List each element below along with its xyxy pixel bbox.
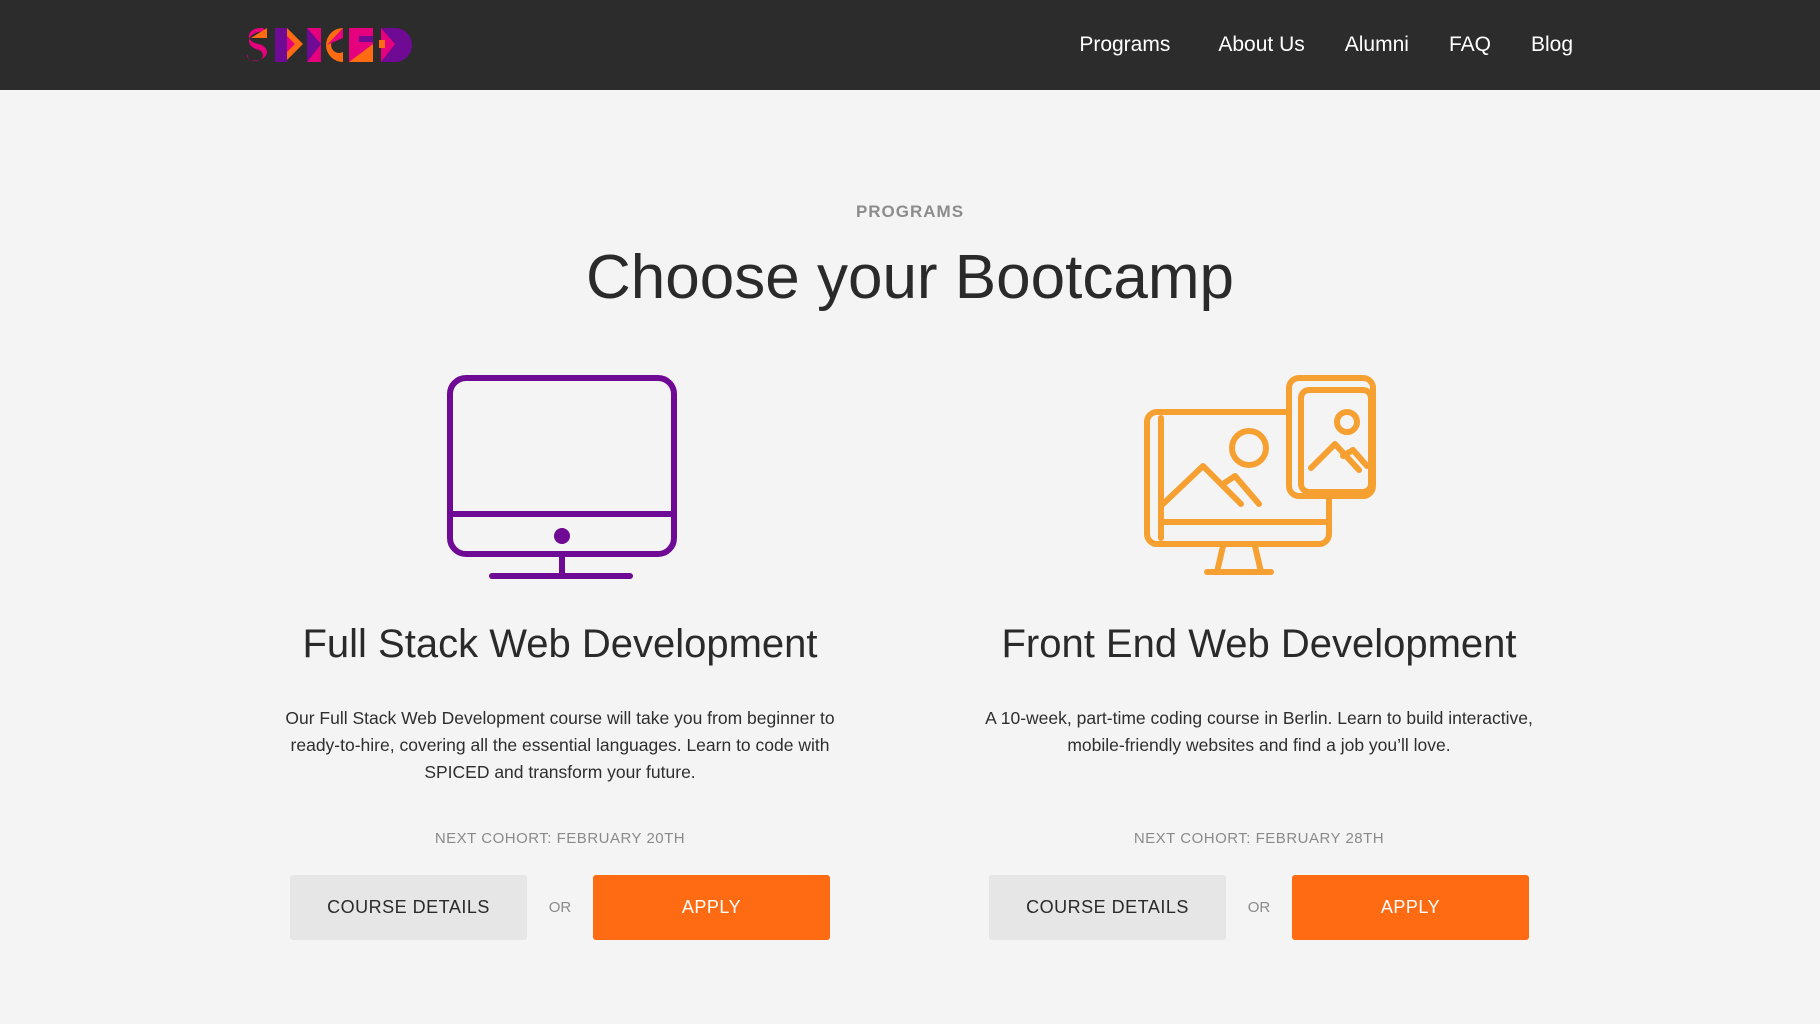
desktop-monitor-icon (447, 375, 677, 579)
or-separator: OR (548, 899, 572, 916)
program-card-front-end: Front End Web Development A 10-week, par… (939, 370, 1579, 940)
program-description: A 10-week, part-time coding course in Be… (985, 708, 1533, 755)
program-actions: COURSE DETAILS OR APPLY (240, 875, 880, 940)
apply-button[interactable]: APPLY (1292, 875, 1529, 940)
next-cohort-date: NEXT COHORT: FEBRUARY 28TH (1133, 830, 1385, 847)
course-details-button[interactable]: COURSE DETAILS (989, 875, 1226, 940)
section-eyebrow: PROGRAMS (855, 202, 965, 221)
top-navigation: Programs About Us Alumni FAQ Blog (0, 0, 1820, 90)
program-title: Front End Web Development (1001, 622, 1517, 666)
course-details-button[interactable]: COURSE DETAILS (290, 875, 527, 940)
program-card-full-stack: Full Stack Web Development Our Full Stac… (240, 370, 880, 940)
responsive-devices-icon (1144, 375, 1376, 575)
program-title: Full Stack Web Development (302, 622, 818, 666)
nav-programs[interactable]: Programs (1079, 33, 1170, 57)
or-separator: OR (1247, 899, 1271, 916)
next-cohort-date: NEXT COHORT: FEBRUARY 20TH (434, 830, 686, 847)
main-menu: Programs About Us Alumni FAQ Blog (1079, 0, 1573, 90)
nav-blog[interactable]: Blog (1531, 33, 1573, 57)
apply-button[interactable]: APPLY (593, 875, 830, 940)
program-actions: COURSE DETAILS OR APPLY (939, 875, 1579, 940)
nav-alumni[interactable]: Alumni (1345, 33, 1409, 57)
spiced-logo[interactable] (245, 24, 431, 64)
nav-about-us[interactable]: About Us (1218, 33, 1304, 57)
page-title: Choose your Bootcamp (586, 243, 1234, 312)
nav-faq[interactable]: FAQ (1449, 33, 1491, 57)
program-description: Our Full Stack Web Development course wi… (285, 708, 835, 782)
